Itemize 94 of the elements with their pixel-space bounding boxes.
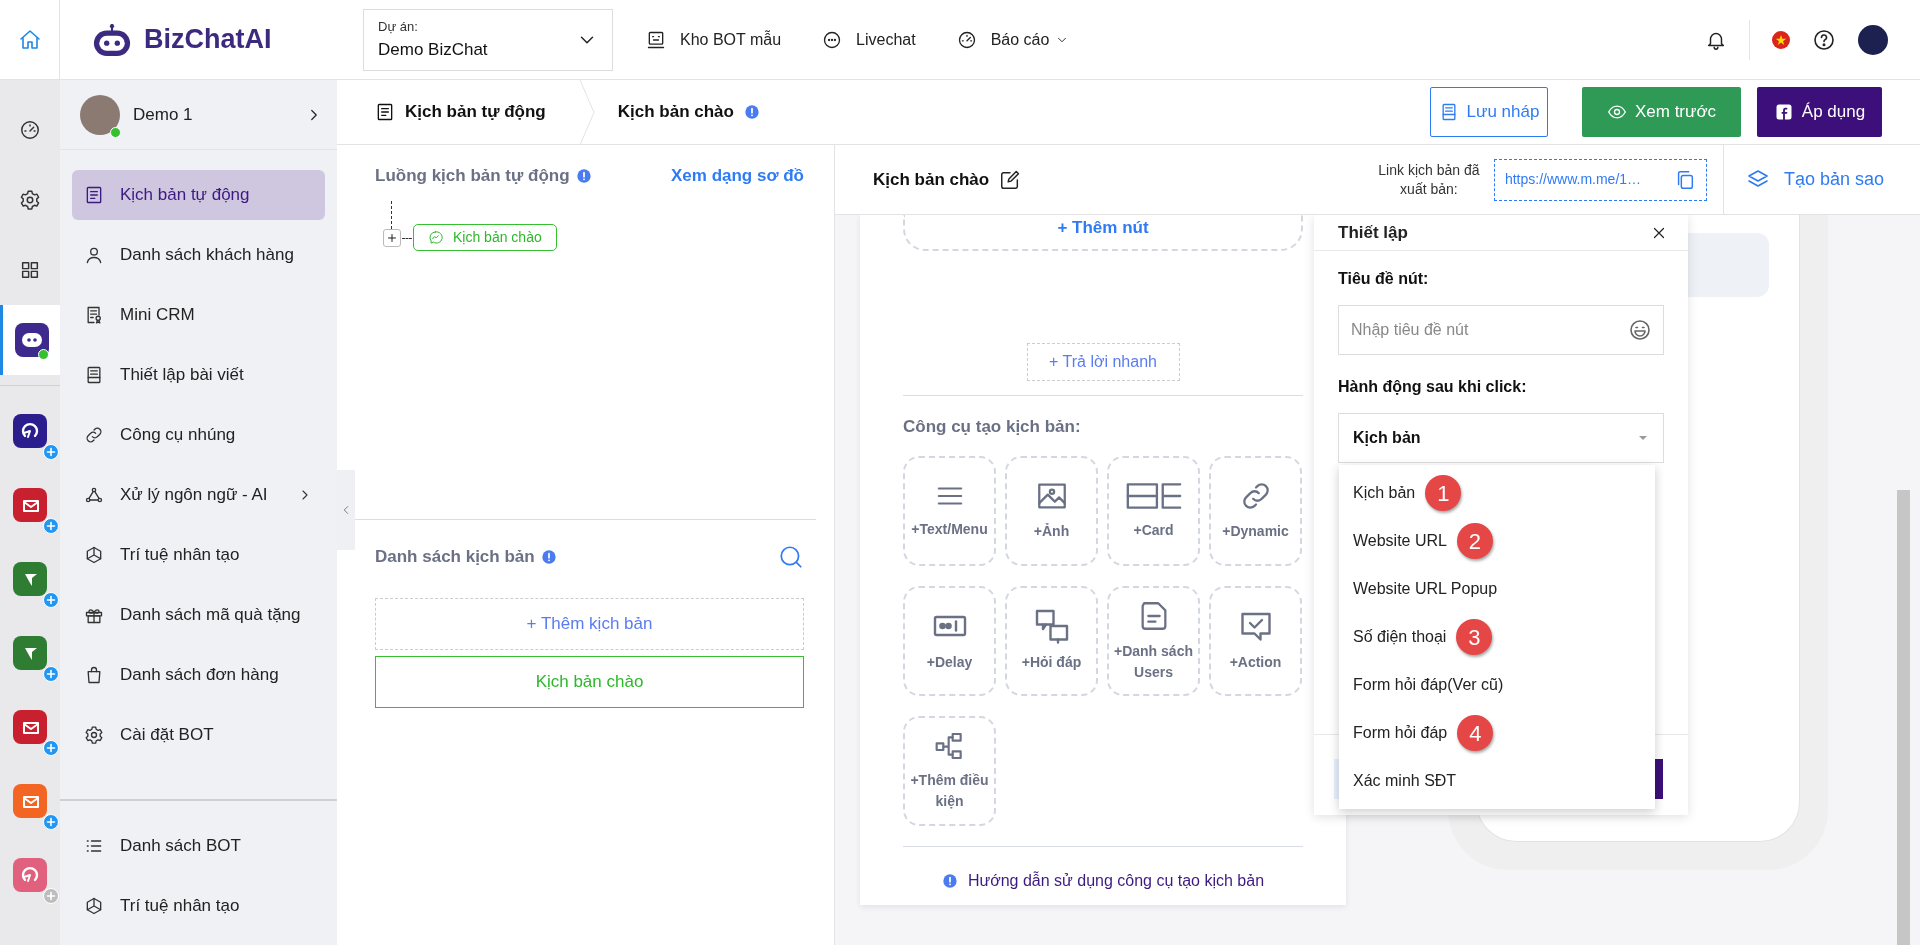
dropdown-option[interactable]: Website URL 2 (1339, 517, 1655, 565)
dropdown-option[interactable]: Xác minh SĐT (1339, 757, 1655, 805)
quick-reply-button[interactable]: + Trả lời nhanh (1026, 343, 1180, 381)
sidebar-item[interactable]: Kịch bản tự động (72, 170, 325, 220)
gauge-icon (956, 29, 977, 50)
nav-link[interactable]: Livechat (814, 27, 924, 52)
help-icon[interactable] (1812, 27, 1836, 52)
settings-icon (84, 725, 104, 745)
monitor-icon (646, 29, 666, 50)
link-label: Link kịch bản đã xuất bản: (1377, 161, 1481, 198)
tool-tile[interactable]: +Danh sách Users (1107, 585, 1200, 696)
nav-link[interactable]: Kho BOT mẫu (638, 27, 790, 52)
dropdown-option[interactable]: Kịch bản 1 (1339, 469, 1655, 517)
number-marker: 3 (1456, 619, 1493, 655)
section-title: Công cụ tạo kịch bản: (903, 416, 1082, 438)
duplicate-link[interactable]: Tạo bản sao (1722, 144, 1920, 215)
home-icon[interactable] (17, 27, 42, 52)
tool-tile[interactable]: +Text/Menu (903, 455, 996, 566)
add-script-button[interactable]: + Thêm kịch bản (375, 597, 804, 650)
sidebar-item[interactable]: Danh sách BOT (72, 821, 325, 871)
sidebar-item[interactable]: Thiết lập bài viết (72, 350, 325, 400)
scrollbar-thumb[interactable] (1897, 490, 1910, 945)
robot-app-icon[interactable] (14, 323, 49, 357)
avatar-photo-placeholder (80, 94, 120, 135)
document-list-icon (84, 185, 104, 205)
grid-icon[interactable] (19, 259, 41, 281)
info-icon (941, 872, 958, 889)
expand-toggle[interactable] (383, 228, 401, 247)
tool-tile[interactable]: +Hỏi đáp (1005, 585, 1098, 696)
draft-button[interactable]: Lưu nháp (1430, 87, 1548, 137)
collapse-handle[interactable] (337, 470, 355, 550)
tool-tile[interactable]: +Action (1209, 585, 1302, 696)
sidebar-item[interactable]: Trí tuệ nhân tạo (72, 881, 325, 931)
link-icon (84, 425, 104, 445)
breadcrumb-item[interactable]: Kịch bản chào (617, 99, 734, 125)
published-link-field[interactable]: https://www.m.me/1… (1493, 158, 1707, 201)
profile-name[interactable]: Demo 1 (133, 101, 305, 128)
logo-text: BizChatAI (144, 23, 272, 57)
info-icon (575, 167, 592, 184)
dropdown-option[interactable]: Form hỏi đáp(Ver cũ) (1339, 661, 1655, 709)
action-select[interactable]: Kịch bản (1338, 413, 1664, 463)
panel-title: Thiết lập (1338, 221, 1408, 244)
script-title: Kịch bản chào (873, 168, 990, 191)
tool-tile[interactable]: +Dynamic (1209, 455, 1302, 566)
messenger-icon (428, 229, 443, 245)
project-select[interactable]: Dự án: Demo BizChat (363, 8, 613, 71)
field-label: Tiêu đề nút: (1338, 269, 1430, 289)
dropdown-option[interactable]: Website URL Popup (1339, 565, 1655, 613)
sidebar-item[interactable]: Mini CRM (72, 290, 325, 340)
title-input-field[interactable]: Nhập tiêu đề nút (1338, 305, 1664, 355)
preview-button[interactable]: Xem trước (1582, 87, 1741, 137)
sidebar-item[interactable]: Cài đặt BOT (72, 710, 325, 760)
sidebar-item[interactable]: Xử lý ngôn ngữ - AI (72, 470, 325, 520)
number-marker: 4 (1457, 715, 1494, 751)
add-button[interactable]: + Thêm nút (903, 215, 1303, 251)
dropdown-option[interactable]: Form hỏi đáp 4 (1339, 709, 1655, 757)
chat-icon (822, 29, 843, 50)
search-icon[interactable] (778, 543, 804, 570)
tool-tile[interactable]: +Card (1107, 455, 1200, 566)
sidebar-item[interactable]: Danh sách đơn hàng (72, 650, 325, 700)
info-icon (540, 548, 557, 565)
app-icon[interactable] (13, 488, 59, 534)
sidebar-item[interactable]: Công cụ nhúng (72, 410, 325, 460)
help-link[interactable]: Hướng dẫn sử dụng công cụ tạo kịch bản (967, 868, 1265, 893)
number-marker: 2 (1456, 523, 1493, 559)
person-icon (84, 245, 104, 265)
hexagon-icon (84, 545, 104, 565)
dropdown-option[interactable]: Số điện thoại 3 (1339, 613, 1655, 661)
diagram-view-link[interactable]: Xem dạng sơ đồ (671, 163, 804, 189)
avatar[interactable] (1858, 24, 1888, 55)
hexagon-icon (84, 896, 104, 916)
network-icon (84, 485, 104, 505)
sidebar-item[interactable]: Danh sách mã quà tặng (72, 590, 325, 640)
emoji-icon[interactable] (1628, 318, 1652, 342)
number-marker: 1 (1425, 475, 1462, 511)
app-icon[interactable] (13, 710, 59, 756)
gauge-icon[interactable] (19, 119, 41, 141)
settings-icon[interactable] (19, 189, 41, 211)
tool-tile[interactable]: +Thêm điều kiện (903, 715, 996, 826)
breadcrumb-item[interactable]: Kịch bản tự động (405, 99, 546, 125)
document-list-icon (375, 102, 395, 122)
edit-icon[interactable] (999, 168, 1022, 191)
sidebar-item[interactable]: Trí tuệ nhân tạo (72, 530, 325, 580)
tool-tile[interactable]: +Ảnh (1005, 455, 1098, 566)
tool-tile[interactable]: +Delay (903, 585, 996, 696)
panel-title: Danh sách kịch bản (375, 545, 535, 568)
panel-title: Luồng kịch bản tự động (375, 165, 570, 187)
flag-icon[interactable] (1772, 30, 1790, 49)
nav-link[interactable]: Báo cáo (948, 27, 1078, 52)
app-icon[interactable] (13, 414, 59, 460)
field-label: Hành động sau khi click: (1338, 377, 1528, 397)
sidebar-item[interactable]: Danh sách khách hàng (72, 230, 325, 280)
apply-button[interactable]: Áp dụng (1757, 87, 1882, 137)
question-answer-icon (1033, 608, 1070, 644)
